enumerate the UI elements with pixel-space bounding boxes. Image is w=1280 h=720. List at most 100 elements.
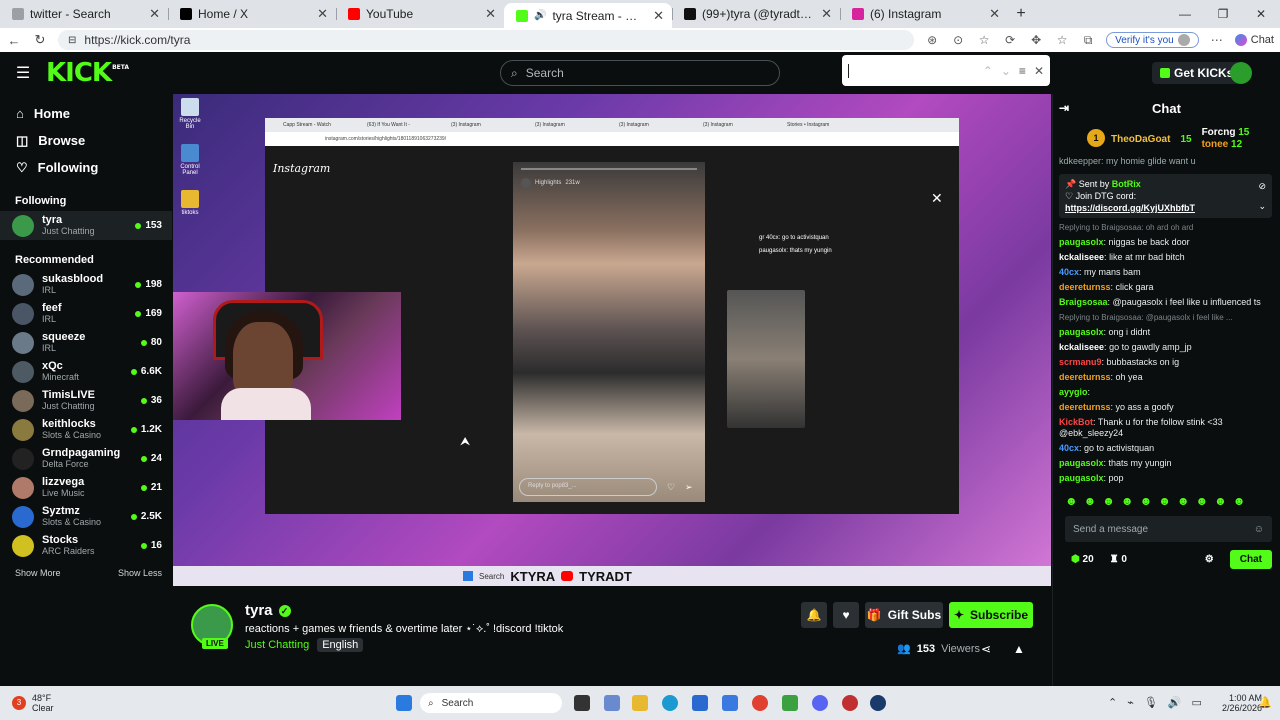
kicks-balance[interactable]: ⬢ 20 bbox=[1071, 554, 1094, 565]
chat-send-button[interactable]: Chat bbox=[1229, 550, 1272, 569]
emote-icon[interactable]: ☻ bbox=[1158, 494, 1171, 508]
emote-icon[interactable]: ☻ bbox=[1065, 494, 1078, 508]
find-options-icon[interactable]: ≡ bbox=[1019, 64, 1026, 78]
settings-gear-icon[interactable]: ⚙ bbox=[1205, 554, 1214, 565]
unpin-icon[interactable]: ⊘ bbox=[1258, 180, 1266, 192]
tab-kick-stream[interactable]: 🔊 tyra Stream - Watch Live on Kick ✕ bbox=[504, 3, 672, 28]
find-next-icon[interactable]: ⌄ bbox=[1001, 64, 1011, 78]
chat-username[interactable]: scrmanu9 bbox=[1059, 357, 1102, 367]
verify-button[interactable]: Verify it's you bbox=[1106, 32, 1199, 48]
microphone-icon[interactable]: 🎙 bbox=[1144, 696, 1158, 709]
chevron-up-icon[interactable]: ⌃ bbox=[1108, 696, 1117, 709]
tab-instagram[interactable]: (6) Instagram ✕ bbox=[840, 0, 1008, 28]
store-icon[interactable] bbox=[692, 695, 708, 711]
extensions-icon[interactable]: ✥ bbox=[1028, 33, 1044, 47]
maximize-icon[interactable]: ❐ bbox=[1204, 0, 1242, 28]
find-input[interactable] bbox=[848, 63, 975, 78]
taskbar-search[interactable]: ⌕ Search bbox=[420, 693, 562, 713]
pinned-link[interactable]: https://discord.gg/KyjUXhbfbT bbox=[1065, 203, 1195, 213]
url-field[interactable]: ⊟ https://kick.com/tyra bbox=[58, 30, 915, 50]
minimize-icon[interactable]: — bbox=[1166, 0, 1204, 28]
volume-icon[interactable]: 🔊 bbox=[1168, 696, 1182, 709]
network-icon[interactable]: ⌁ bbox=[1127, 696, 1134, 709]
close-icon[interactable]: ✕ bbox=[821, 6, 832, 22]
notifications-icon[interactable]: 🔔 bbox=[1258, 696, 1272, 709]
app-icon[interactable] bbox=[842, 695, 858, 711]
chat-username[interactable]: Braigsosaa bbox=[1059, 297, 1108, 307]
emote-icon[interactable]: ☻ bbox=[1214, 494, 1227, 508]
sidebar-channel-timislive[interactable]: TimisLIVE Just Chatting 36 bbox=[0, 386, 172, 415]
gift-subs-button[interactable]: 🎁 Gift Subs bbox=[865, 602, 943, 628]
reload-icon[interactable]: ↻ bbox=[32, 32, 48, 48]
emote-icon[interactable]: ☻ bbox=[1102, 494, 1115, 508]
weather-widget[interactable]: 3 48°F Clear bbox=[0, 693, 54, 713]
sidebar-channel-syztmz[interactable]: Syztmz Slots & Casino 2.5K bbox=[0, 502, 172, 531]
start-icon[interactable] bbox=[396, 695, 412, 711]
sidebar-item-home[interactable]: ⌂ Home bbox=[0, 100, 172, 127]
tab-youtube[interactable]: YouTube ✕ bbox=[336, 0, 504, 28]
chat-username[interactable]: ayygio bbox=[1059, 387, 1088, 397]
sidebar-channel-keithlocks[interactable]: keithlocks Slots & Casino 1.2K bbox=[0, 415, 172, 444]
edge-icon[interactable] bbox=[662, 695, 678, 711]
sidebar-channel-xqc[interactable]: xQc Minecraft 6.6K bbox=[0, 357, 172, 386]
menu-icon[interactable]: ☰ bbox=[0, 63, 46, 83]
sidebar-item-browse[interactable]: ◫ Browse bbox=[0, 127, 172, 154]
follow-heart-button[interactable]: ♥ bbox=[833, 602, 859, 628]
back-icon[interactable]: ← bbox=[6, 33, 22, 48]
streamer-name[interactable]: tyra bbox=[245, 602, 273, 619]
chat-username[interactable]: 40cx bbox=[1059, 267, 1079, 277]
app-icon[interactable] bbox=[782, 695, 798, 711]
emote-icon[interactable]: ☻ bbox=[1121, 494, 1134, 508]
task-view-icon[interactable] bbox=[574, 695, 590, 711]
favorite-star-icon[interactable]: ☆ bbox=[976, 33, 992, 47]
close-icon[interactable]: ✕ bbox=[653, 8, 664, 24]
favorites-icon[interactable]: ☆ bbox=[1054, 33, 1070, 47]
find-in-page-box[interactable]: ⌃ ⌄ ≡ ✕ bbox=[842, 55, 1050, 86]
chrome-icon[interactable] bbox=[752, 695, 768, 711]
find-prev-icon[interactable]: ⌃ bbox=[983, 64, 993, 78]
chat-username[interactable]: paugasolx bbox=[1059, 458, 1104, 468]
close-icon[interactable]: ✕ bbox=[149, 6, 160, 22]
sidebar-channel-grndpagaming[interactable]: Grndpagaming Delta Force 24 bbox=[0, 444, 172, 473]
show-more-button[interactable]: Show More bbox=[15, 568, 61, 578]
steam-icon[interactable] bbox=[870, 695, 886, 711]
chat-username[interactable]: deereturnss bbox=[1059, 282, 1111, 292]
subscribe-button[interactable]: ✦ Subscribe bbox=[949, 602, 1033, 628]
tab-home-x[interactable]: Home / X ✕ bbox=[168, 0, 336, 28]
emote-icon[interactable]: ☻ bbox=[1140, 494, 1153, 508]
get-kicks-button[interactable]: Get KICKs bbox=[1152, 62, 1242, 84]
tab-tiktok[interactable]: (99+)tyra (@tyradt) | TikTok ✕ bbox=[672, 0, 840, 28]
new-tab-button[interactable]: + bbox=[1008, 0, 1034, 28]
category-link[interactable]: Just Chatting bbox=[245, 639, 309, 651]
find-close-icon[interactable]: ✕ bbox=[1034, 64, 1044, 78]
battery-icon[interactable]: ▭ bbox=[1192, 696, 1202, 709]
share-icon[interactable]: ⋖ bbox=[981, 642, 991, 656]
video-player[interactable]: Recycle Bin Control Panel tiktoks Capp S… bbox=[173, 94, 1051, 586]
chat-username[interactable]: kckaliseee bbox=[1059, 342, 1104, 352]
emote-icon[interactable]: ☻ bbox=[1195, 494, 1208, 508]
sidebar-channel-stocks[interactable]: Stocks ARC Raiders 16 bbox=[0, 531, 172, 560]
sidebar-channel-feef[interactable]: feef IRL 169 bbox=[0, 299, 172, 328]
chat-username[interactable]: deereturnss bbox=[1059, 402, 1111, 412]
emote-icon[interactable]: ☻ bbox=[1233, 494, 1246, 508]
close-icon[interactable]: ✕ bbox=[485, 6, 496, 22]
close-window-icon[interactable]: ✕ bbox=[1242, 0, 1280, 28]
chat-username[interactable]: deereturnss bbox=[1059, 372, 1111, 382]
teams-icon[interactable] bbox=[604, 695, 620, 711]
chat-username[interactable]: 40cx bbox=[1059, 443, 1079, 453]
report-icon[interactable]: ▲ bbox=[1013, 642, 1025, 656]
chat-username[interactable]: paugasolx bbox=[1059, 237, 1104, 247]
site-info-icon[interactable]: ⊟ bbox=[68, 35, 76, 46]
show-less-button[interactable]: Show Less bbox=[118, 568, 162, 578]
emote-icon[interactable]: ☻ bbox=[1084, 494, 1097, 508]
file-explorer-icon[interactable] bbox=[632, 695, 648, 711]
collapse-chat-icon[interactable]: ⇥ bbox=[1059, 101, 1069, 115]
collections-icon[interactable]: ⧉ bbox=[1080, 33, 1096, 48]
search-input[interactable]: ⌕ Search bbox=[500, 60, 780, 86]
tab-twitter-search[interactable]: twitter - Search ✕ bbox=[0, 0, 168, 28]
close-icon[interactable]: ✕ bbox=[989, 6, 1000, 22]
emoji-icon[interactable]: ☺ bbox=[1254, 524, 1264, 535]
notification-bell-button[interactable]: 🔔 bbox=[801, 602, 827, 628]
reader-icon[interactable]: ⊙ bbox=[950, 33, 966, 47]
sidebar-channel-squeeze[interactable]: squeeze IRL 80 bbox=[0, 328, 172, 357]
